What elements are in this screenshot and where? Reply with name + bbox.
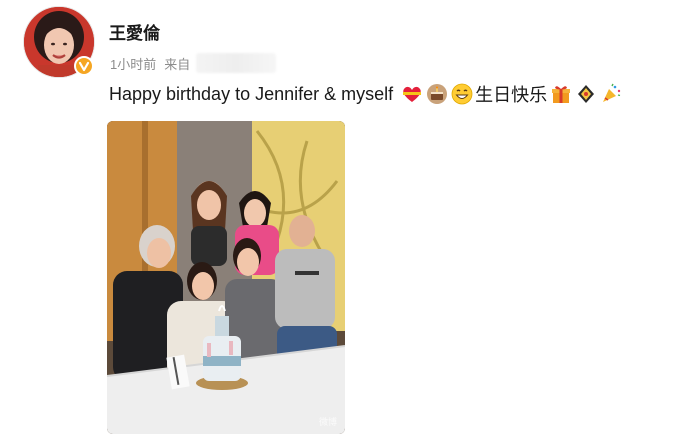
heart-gift-icon xyxy=(401,83,423,105)
source-name-redacted xyxy=(196,53,277,73)
weibo-post: 王愛倫 1小时前 来自 Happy birthday to Jennifer &… xyxy=(0,0,695,434)
source-label: 来自 xyxy=(164,56,191,72)
avatar-container[interactable] xyxy=(23,6,95,78)
post-text-cjk: 生日快乐 xyxy=(475,85,548,105)
grinning-face-icon xyxy=(451,83,473,105)
lantern-icon xyxy=(575,83,597,105)
post-photo[interactable]: 微博 xyxy=(107,121,345,434)
gift-box-icon xyxy=(550,83,572,105)
username[interactable]: 王愛倫 xyxy=(109,19,160,44)
post-meta: 1小时前 来自 xyxy=(110,53,277,73)
party-popper-icon xyxy=(600,83,622,105)
post-text: Happy birthday to Jennifer & myself 生日快乐 xyxy=(109,81,622,107)
post-time[interactable]: 1小时前 xyxy=(110,54,156,73)
verified-badge-icon xyxy=(74,56,94,76)
photo-watermark: 微博 xyxy=(318,417,337,427)
post-text-body: Happy birthday to Jennifer & myself xyxy=(109,83,394,104)
group-photo-image xyxy=(107,121,345,434)
birthday-cake-icon xyxy=(426,83,448,105)
